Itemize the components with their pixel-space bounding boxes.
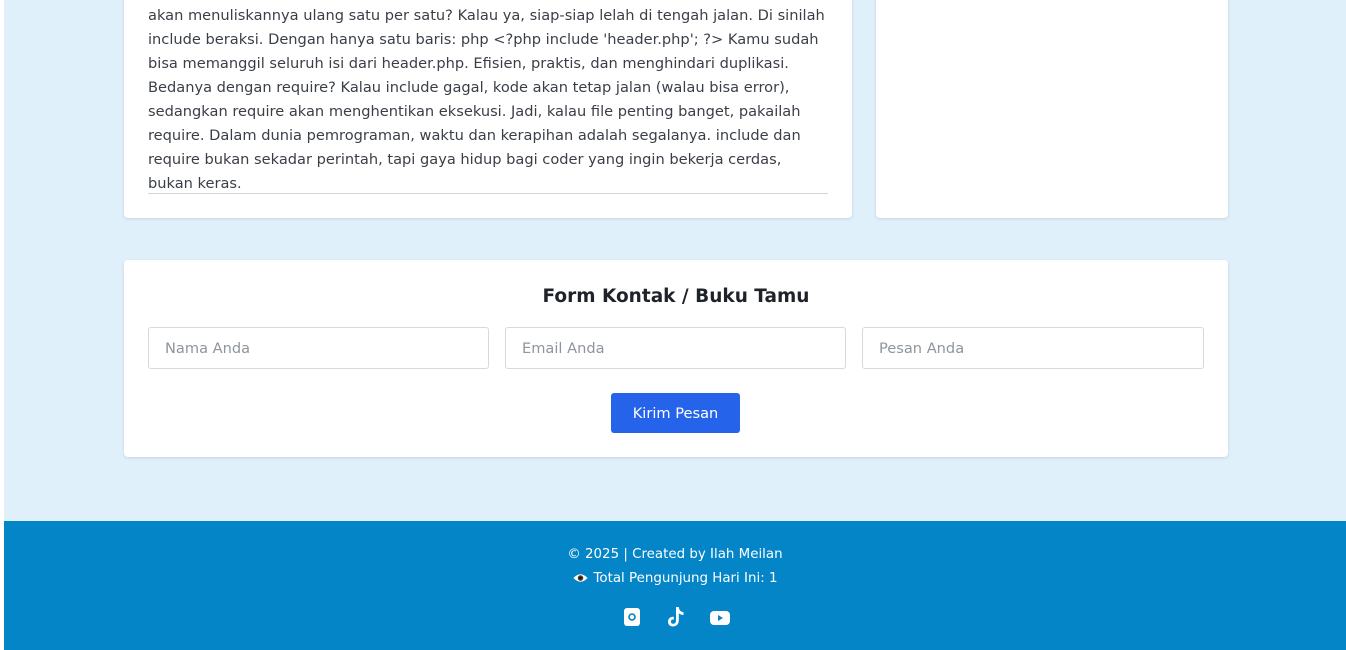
visitor-count-text: Total Pengunjung Hari Ini: 1 bbox=[593, 571, 778, 586]
article-body: punya 10 halaman PHP, dan semuanya butuh… bbox=[148, 7, 825, 192]
tiktok-icon[interactable] bbox=[666, 606, 686, 628]
name-input[interactable] bbox=[148, 327, 489, 369]
article-card: punya 10 halaman PHP, dan semuanya butuh… bbox=[124, 0, 852, 218]
form-title: Form Kontak / Buku Tamu bbox=[542, 286, 810, 307]
instagram-icon[interactable] bbox=[622, 606, 642, 628]
footer-credit: © 2025 | Created by Ilah Meilan bbox=[567, 547, 783, 562]
article-divider bbox=[148, 193, 828, 194]
sidebar-card bbox=[876, 0, 1228, 218]
submit-button[interactable]: Kirim Pesan bbox=[611, 393, 740, 433]
footer: © 2025 | Created by Ilah Meilan Total Pe… bbox=[4, 521, 1346, 650]
page-background: punya 10 halaman PHP, dan semuanya butuh… bbox=[4, 0, 1346, 650]
email-input[interactable] bbox=[505, 327, 846, 369]
youtube-icon[interactable] bbox=[710, 606, 730, 628]
visitor-counter: Total Pengunjung Hari Ini: 1 bbox=[4, 570, 1346, 588]
eye-icon bbox=[572, 574, 588, 582]
contact-form: Form Kontak / Buku Tamu Kirim Pesan bbox=[124, 260, 1228, 457]
message-input[interactable] bbox=[862, 327, 1204, 369]
